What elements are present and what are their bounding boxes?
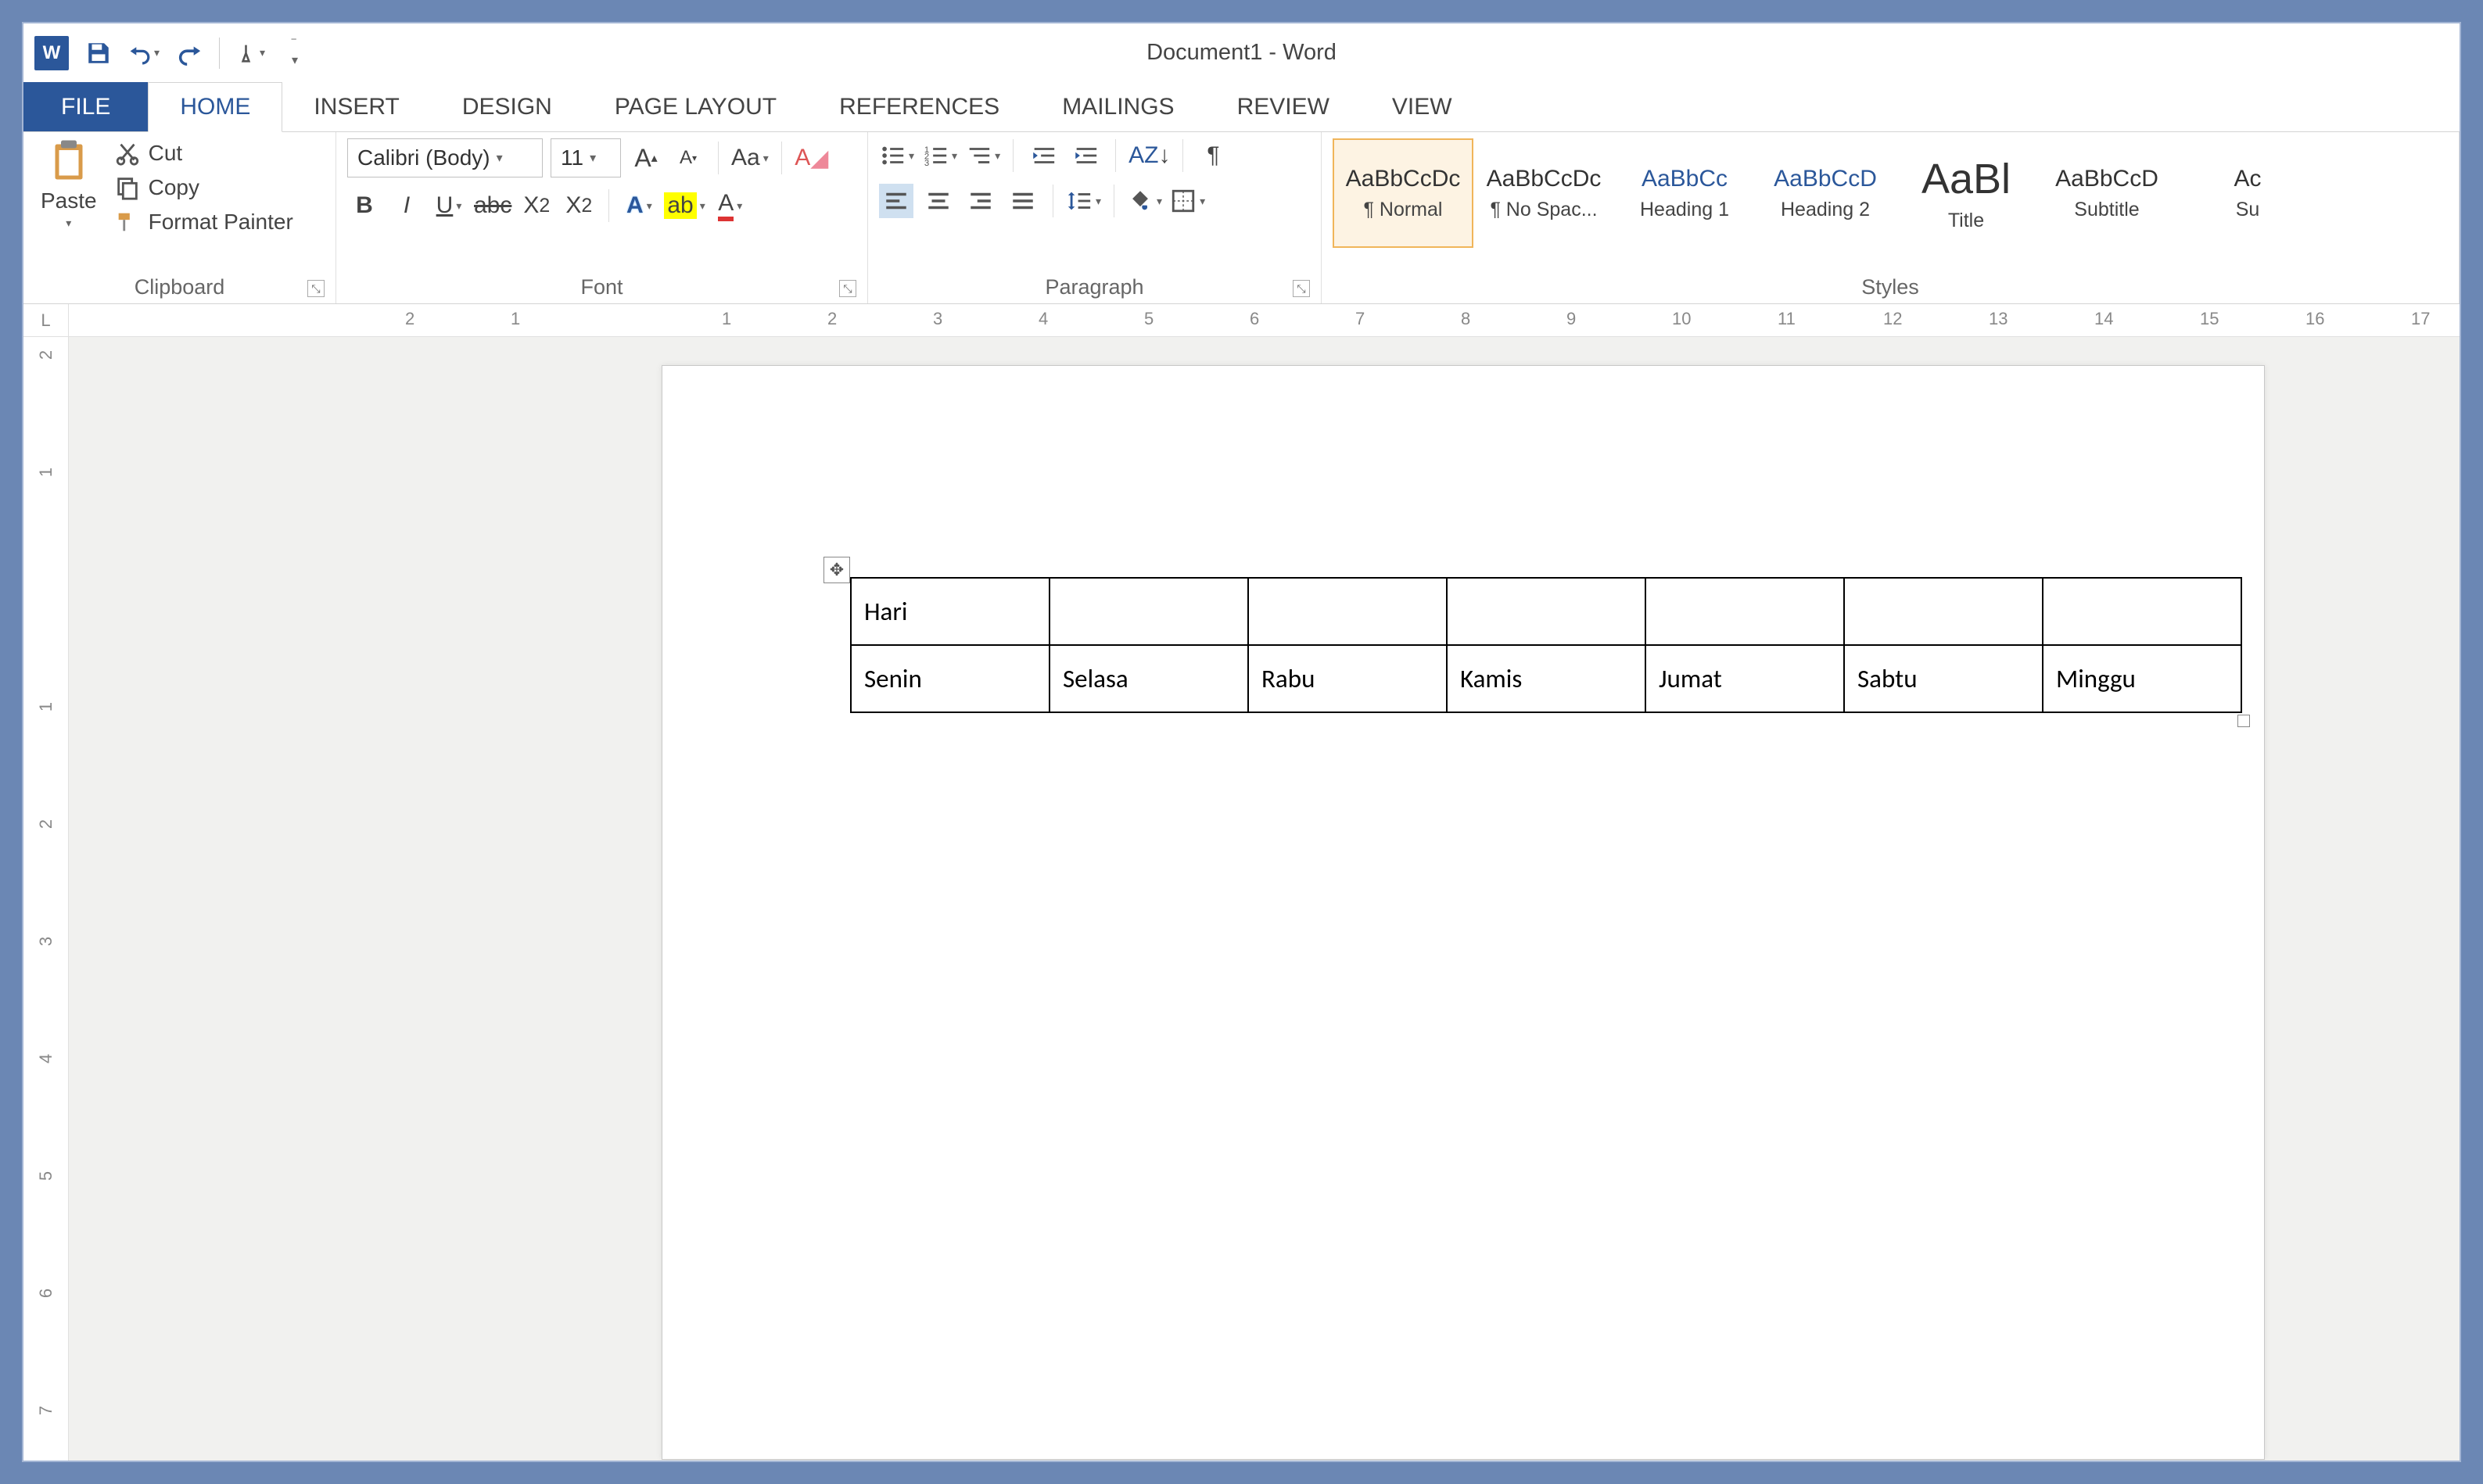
table-cell[interactable]: Kamis [1447,645,1645,712]
align-center-button[interactable] [921,184,956,218]
paragraph-launcher[interactable]: ⤡ [1293,280,1310,297]
window-title: Document1 - Word [1146,40,1337,66]
table-cell[interactable] [1447,578,1645,645]
paste-button[interactable]: Paste ▾ [34,138,103,271]
bullets-button[interactable] [879,138,914,173]
separator [219,38,220,69]
table-resize-handle[interactable] [2237,715,2250,727]
group-label: Font ⤡ [347,271,856,303]
line-spacing-button[interactable] [1066,184,1101,218]
touch-mode-button[interactable]: ▾ [234,38,265,69]
table-cell[interactable]: Hari [851,578,1050,645]
group-label: Clipboard ⤡ [34,271,325,303]
font-color-button[interactable]: A [713,188,748,223]
save-button[interactable] [83,38,114,69]
table-cell[interactable]: Selasa [1050,645,1248,712]
word-app-icon[interactable]: W [34,36,69,70]
quick-access-toolbar: W ▾ ▾ ‾▾ Document1 - Word [23,23,2460,82]
style-item[interactable]: AaBbCcDHeading 2 [1755,138,1896,248]
qat-customize-button[interactable]: ‾▾ [279,38,310,69]
style-item[interactable]: AaBbCcDc¶ No Spac... [1473,138,1614,248]
tab-review[interactable]: REVIEW [1206,82,1361,131]
align-right-button[interactable] [963,184,998,218]
copy-button[interactable]: Copy [109,173,298,203]
multilevel-list-button[interactable] [965,138,1000,173]
group-paragraph: 123 AZ↓ ¶ [868,132,1322,303]
shading-button[interactable] [1127,184,1162,218]
font-family-combo[interactable]: Calibri (Body)▾ [347,138,543,177]
highlight-button[interactable]: ab [664,188,705,223]
grow-font-button[interactable]: A▴ [629,141,663,175]
tab-home[interactable]: HOME [148,82,282,132]
increase-indent-button[interactable] [1068,138,1103,173]
ruler-row: L 2112345678910111213141516171819 [23,304,2460,337]
ruler-corner: L [23,304,69,336]
group-label: Styles [1333,271,2448,303]
group-font: Calibri (Body)▾ 11▾ A▴ A▾ Aa A◢ B I U ab… [336,132,868,303]
change-case-button[interactable]: Aa [731,141,769,175]
group-styles: AaBbCcDc¶ NormalAaBbCcDc¶ No Spac...AaBb… [1322,132,2460,303]
table-cell[interactable] [1844,578,2043,645]
text-effects-button[interactable]: A [622,188,656,223]
borders-button[interactable] [1170,184,1205,218]
app-frame: kompiwin kompiwin kompiwin kompiwin komp… [22,22,2461,1462]
redo-button[interactable] [174,38,205,69]
table-cell[interactable] [1050,578,1248,645]
tab-references[interactable]: REFERENCES [808,82,1031,131]
shrink-font-button[interactable]: A▾ [671,141,705,175]
tab-file[interactable]: FILE [23,82,148,131]
align-left-button[interactable] [879,184,913,218]
font-size-combo[interactable]: 11▾ [551,138,621,177]
table-cell[interactable]: Jumat [1645,645,1844,712]
styles-gallery[interactable]: AaBbCcDc¶ NormalAaBbCcDc¶ No Spac...AaBb… [1333,138,2318,271]
italic-button[interactable]: I [389,188,424,223]
tab-insert[interactable]: INSERT [282,82,430,131]
group-clipboard: Paste ▾ Cut Copy Format Painter [23,132,336,303]
bold-button[interactable]: B [347,188,382,223]
strikethrough-button[interactable]: abc [474,188,511,223]
clipboard-launcher[interactable]: ⤡ [307,280,325,297]
horizontal-ruler[interactable]: 2112345678910111213141516171819 [69,304,2460,336]
document-table[interactable]: HariSeninSelasaRabuKamisJumatSabtuMinggu [850,577,2242,713]
undo-button[interactable]: ▾ [128,38,160,69]
format-painter-button[interactable]: Format Painter [109,207,298,237]
vertical-ruler[interactable]: 211234567 [23,337,69,1461]
table-cell[interactable] [2043,578,2241,645]
superscript-button[interactable]: X2 [562,188,596,223]
document-canvas[interactable]: ✥ HariSeninSelasaRabuKamisJumatSabtuMing… [69,337,2460,1461]
document-area: 211234567 ✥ HariSeninSelasaRabuKamisJuma… [23,337,2460,1461]
style-item[interactable]: AaBbCcHeading 1 [1614,138,1755,248]
style-item[interactable]: AcSu [2177,138,2318,248]
cut-button[interactable]: Cut [109,138,298,168]
underline-button[interactable]: U [432,188,466,223]
page[interactable]: ✥ HariSeninSelasaRabuKamisJumatSabtuMing… [662,365,2265,1460]
tab-design[interactable]: DESIGN [431,82,583,131]
tab-page-layout[interactable]: PAGE LAYOUT [583,82,808,131]
table-cell[interactable]: Rabu [1248,645,1447,712]
decrease-indent-button[interactable] [1026,138,1060,173]
subscript-button[interactable]: X2 [519,188,554,223]
ribbon: Paste ▾ Cut Copy Format Painter [23,132,2460,304]
svg-text:3: 3 [924,159,929,168]
table-cell[interactable]: Sabtu [1844,645,2043,712]
style-item[interactable]: AaBlTitle [1896,138,2036,248]
clear-formatting-button[interactable]: A◢ [795,141,829,175]
group-label: Paragraph ⤡ [879,271,1310,303]
show-marks-button[interactable]: ¶ [1196,138,1230,173]
style-item[interactable]: AaBbCcDSubtitle [2036,138,2177,248]
ribbon-tabs: FILE HOME INSERT DESIGN PAGE LAYOUT REFE… [23,82,2460,132]
table-cell[interactable]: Minggu [2043,645,2241,712]
table-cell[interactable] [1248,578,1447,645]
table-cell[interactable] [1645,578,1844,645]
sort-button[interactable]: AZ↓ [1128,138,1170,173]
table-move-handle[interactable]: ✥ [823,557,850,583]
numbering-button[interactable]: 123 [922,138,957,173]
font-launcher[interactable]: ⤡ [839,280,856,297]
tab-mailings[interactable]: MAILINGS [1031,82,1205,131]
justify-button[interactable] [1006,184,1040,218]
tab-view[interactable]: VIEW [1361,82,1484,131]
table-cell[interactable]: Senin [851,645,1050,712]
style-item[interactable]: AaBbCcDc¶ Normal [1333,138,1473,248]
